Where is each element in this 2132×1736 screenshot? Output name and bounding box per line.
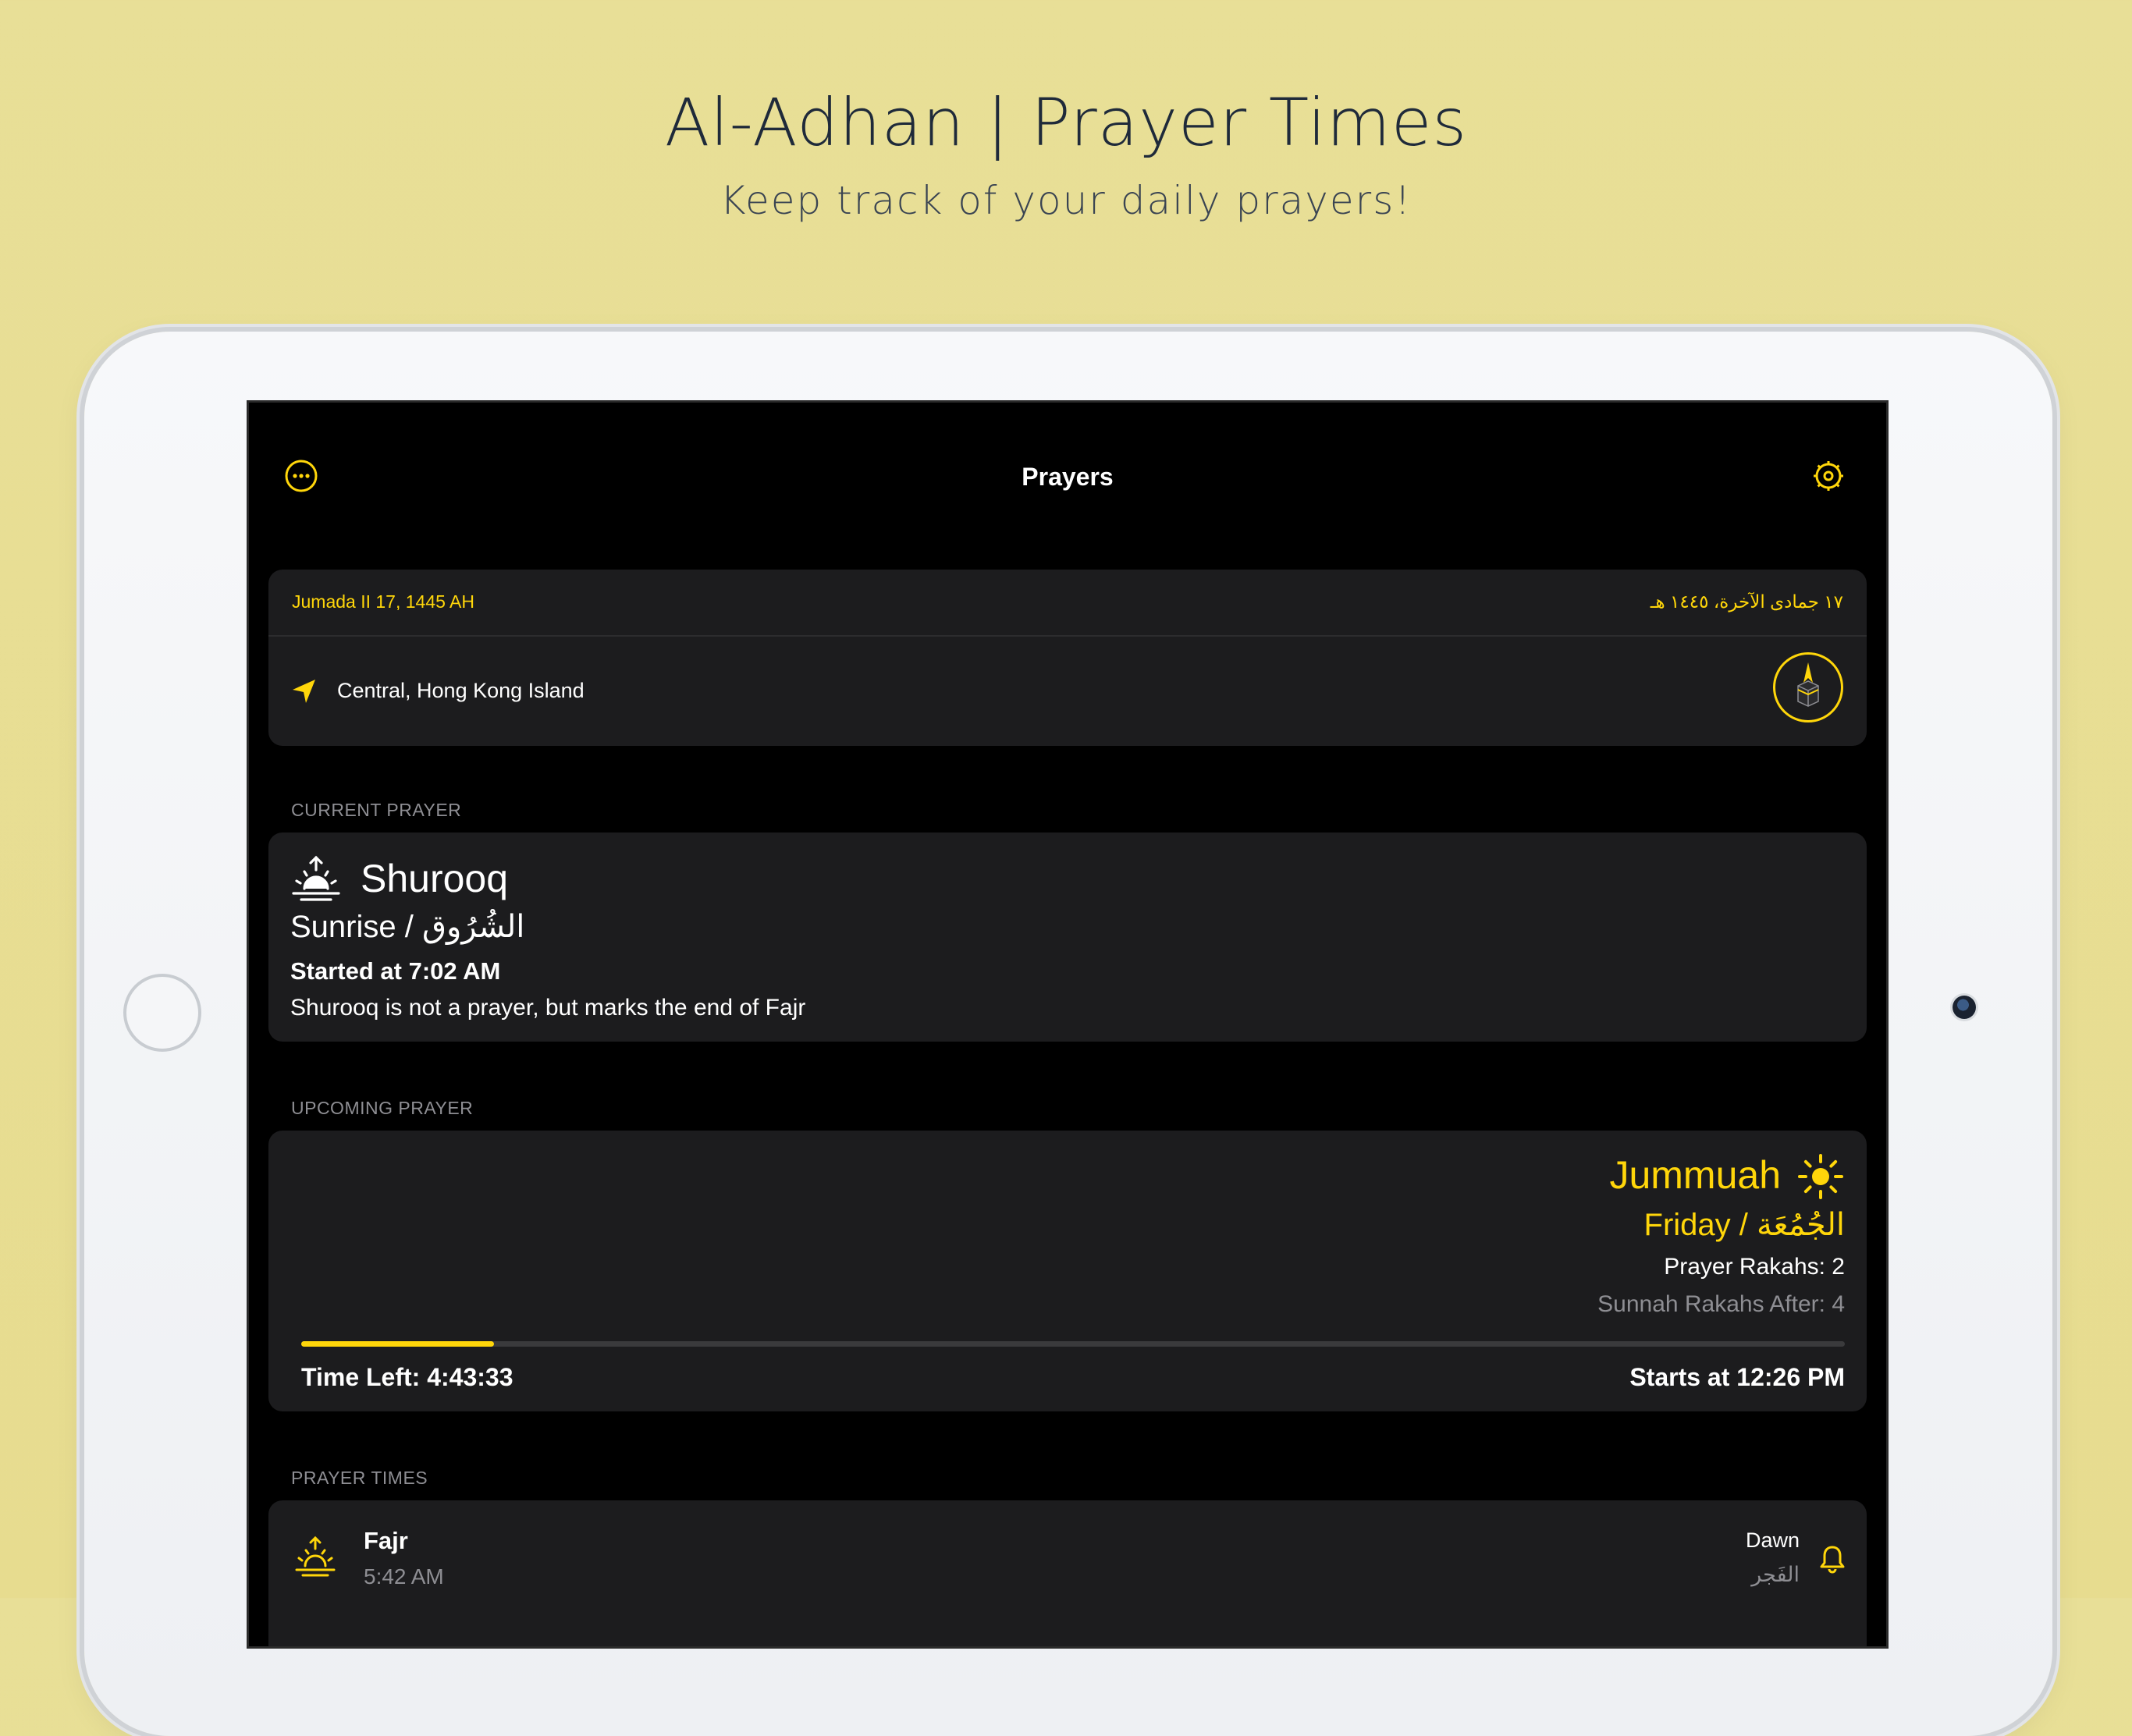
info-card: Jumada II 17, 1445 AH ١٧ جمادى الآخرة، ١… [268, 570, 1867, 746]
upcoming-sunnah-rakahs: Sunnah Rakahs After: 4 [1597, 1291, 1845, 1317]
bell-icon[interactable] [1818, 1544, 1846, 1574]
prayer-name: Fajr [364, 1527, 408, 1554]
nav-title: Prayers [1022, 463, 1114, 491]
starts-at: Starts at 12:26 PM [1629, 1363, 1845, 1391]
prayer-english-label: Dawn [1745, 1528, 1800, 1552]
current-prayer-name: Shurooq [361, 857, 509, 900]
sun-icon [1796, 1152, 1845, 1201]
promo-title: Al-Adhan | Prayer Times [664, 84, 1468, 161]
current-prayer-subtitle: Sunrise / الشُرُوق [290, 910, 525, 944]
dawn-icon [293, 1535, 337, 1578]
navigation-bar: Prayers [249, 403, 1886, 551]
upcoming-prayer-subtitle: Friday / الجُمُعَة [1643, 1208, 1845, 1242]
location-label[interactable]: Central, Hong Kong Island [337, 679, 585, 703]
time-left: Time Left: 4:43:33 [301, 1363, 513, 1391]
app-screen: Prayers Jumada II 17, 1445 AH ١٧ جمادى ا… [247, 400, 1889, 1649]
qibla-kaaba-icon[interactable] [1773, 652, 1843, 722]
sunrise-icon [290, 854, 342, 903]
hijri-date-ar: ١٧ جمادى الآخرة، ١٤٤٥ هـ [1650, 591, 1843, 612]
camera-icon [1953, 996, 1976, 1019]
date-row: Jumada II 17, 1445 AH ١٧ جمادى الآخرة، ١… [268, 570, 1867, 637]
home-button [123, 974, 201, 1052]
hijri-date-en: Jumada II 17, 1445 AH [292, 591, 474, 612]
current-prayer-start: Started at 7:02 AM [290, 957, 501, 985]
location-arrow-icon [290, 677, 318, 705]
settings-gear-icon[interactable] [1810, 457, 1847, 495]
current-prayer-card: Shurooq Sunrise / الشُرُوق Started at 7:… [268, 832, 1867, 1042]
upcoming-prayer-card: Jummuah Friday / الجُمُعَة Prayer Rakahs… [268, 1131, 1867, 1411]
section-label-prayer-times: PRAYER TIMES [291, 1468, 428, 1488]
section-label-current: CURRENT PRAYER [291, 800, 462, 820]
promo-subtitle: Keep track of your daily prayers! [720, 178, 1412, 223]
section-label-upcoming: UPCOMING PRAYER [291, 1098, 474, 1118]
upcoming-prayer-rakahs: Prayer Rakahs: 2 [1664, 1254, 1845, 1280]
time-progress-bar [301, 1341, 1845, 1347]
prayer-time: 5:42 AM [364, 1564, 444, 1589]
prayer-arabic-label: الفَجر [1751, 1563, 1800, 1586]
time-progress-fill [301, 1341, 495, 1347]
upcoming-prayer-name: Jummuah [1609, 1153, 1781, 1197]
prayer-times-card: Fajr 5:42 AM Dawn الفَجر [268, 1500, 1867, 1646]
current-prayer-note: Shurooq is not a prayer, but marks the e… [290, 995, 806, 1021]
